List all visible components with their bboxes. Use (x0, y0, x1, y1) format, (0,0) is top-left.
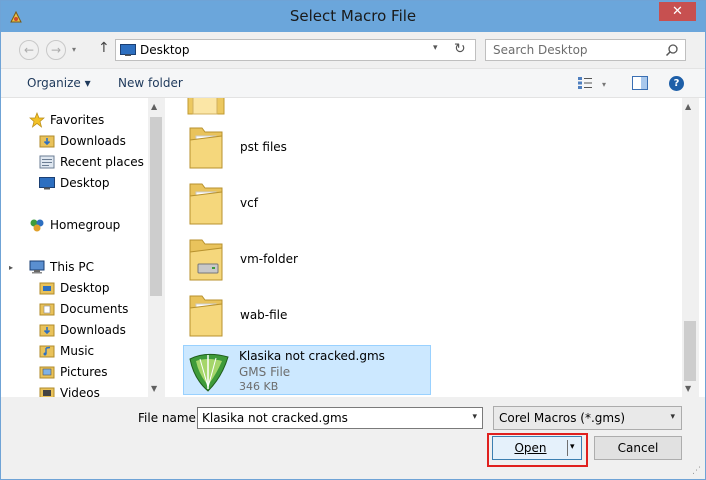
scroll-up-arrow[interactable]: ▲ (685, 102, 691, 111)
open-button[interactable]: Open ▾ (492, 436, 582, 460)
scrollbar-thumb[interactable] (150, 117, 162, 296)
search-box[interactable]: Search Desktop (485, 39, 686, 61)
partial-folder-icon (187, 98, 225, 115)
file-type-dropdown[interactable]: ▾ (670, 412, 675, 422)
organize-menu[interactable]: Organize ▾ (27, 76, 91, 90)
recent-places-icon (39, 155, 55, 169)
window-title: Select Macro File (289, 7, 417, 25)
close-button[interactable]: ✕ (659, 2, 696, 21)
file-type-filter[interactable]: Corel Macros (*.gms) ▾ (493, 406, 682, 430)
corel-macro-file-icon (189, 353, 229, 392)
view-options-dropdown[interactable]: ▾ (602, 80, 606, 89)
file-list-scrollbar[interactable]: ▲ ▼ (682, 98, 699, 397)
list-item[interactable]: wab-file (186, 290, 436, 338)
file-name-dropdown[interactable]: ▾ (472, 412, 477, 422)
folder-icon (189, 127, 223, 169)
resize-grip[interactable]: ⋰ (692, 466, 701, 476)
homegroup-icon (30, 219, 44, 232)
music-folder-icon (39, 345, 55, 358)
open-button-label: Open (514, 441, 547, 455)
file-type-value: Corel Macros (*.gms) (499, 411, 626, 425)
navigation-bar: ← → ▾ ↑ Desktop ▾ ↻ Search Desktop (1, 32, 705, 68)
list-item[interactable]: pst files (186, 122, 436, 170)
file-list[interactable]: pst files vcf vm-folder wab-file Klasika… (166, 98, 682, 397)
command-toolbar: Organize ▾ New folder ▾ ? (1, 68, 705, 98)
file-name-label: File name: (138, 411, 200, 425)
new-folder-button[interactable]: New folder (118, 76, 183, 90)
open-button-separator (567, 440, 568, 456)
up-button[interactable]: ↑ (98, 40, 110, 56)
refresh-button[interactable]: ↻ (454, 41, 466, 57)
forward-button[interactable]: → (46, 40, 66, 60)
star-icon (29, 112, 45, 128)
file-name-input[interactable]: Klasika not cracked.gms ▾ (197, 407, 483, 429)
dialog-footer: File name: Klasika not cracked.gms ▾ Cor… (1, 397, 705, 479)
list-item[interactable]: vm-folder (186, 234, 436, 282)
scroll-up-arrow[interactable]: ▲ (151, 102, 157, 111)
desktop-folder-icon (39, 282, 55, 295)
documents-folder-icon (39, 303, 55, 316)
computer-icon (29, 260, 45, 274)
folder-with-drive-icon (189, 239, 223, 281)
address-dropdown[interactable]: ▾ (433, 43, 438, 53)
preview-pane-icon[interactable] (632, 76, 648, 90)
downloads-folder-icon (39, 135, 55, 148)
recent-locations-dropdown[interactable]: ▾ (72, 45, 76, 54)
selected-file-size: 346 KB (239, 380, 279, 393)
help-icon[interactable]: ? (669, 76, 684, 91)
desktop-icon (120, 44, 136, 56)
folder-icon (189, 295, 223, 337)
pictures-folder-icon (39, 366, 55, 379)
cancel-button[interactable]: Cancel (594, 436, 682, 460)
folder-icon (189, 183, 223, 225)
selected-file-type: GMS File (239, 365, 291, 379)
change-view-icon[interactable] (577, 76, 593, 90)
title-bar[interactable]: Select Macro File ✕ (1, 1, 705, 32)
file-name-value: Klasika not cracked.gms (202, 411, 348, 425)
selected-file-name: Klasika not cracked.gms (239, 349, 385, 363)
address-bar[interactable]: Desktop ▾ ↻ (115, 39, 476, 61)
list-item[interactable]: vcf (186, 178, 436, 226)
address-text: Desktop (140, 43, 190, 57)
search-placeholder: Search Desktop (493, 43, 588, 57)
scroll-down-arrow[interactable]: ▼ (685, 384, 691, 393)
open-options-dropdown[interactable]: ▾ (570, 442, 575, 452)
downloads-folder-icon (39, 324, 55, 337)
navigation-pane-scrollbar[interactable]: ▲ ▼ (148, 98, 165, 397)
back-button[interactable]: ← (19, 40, 39, 60)
expand-this-pc-chevron[interactable]: ▸ (9, 263, 13, 272)
desktop-icon (39, 177, 55, 190)
dialog-window: Select Macro File ✕ ← → ▾ ↑ Desktop ▾ ↻ … (0, 0, 706, 480)
navigation-pane[interactable]: Favorites Downloads Recent places Deskto… (1, 98, 165, 397)
selected-file-item[interactable]: Klasika not cracked.gms GMS File 346 KB (183, 345, 431, 395)
scrollbar-thumb[interactable] (684, 321, 696, 381)
search-icon[interactable] (665, 43, 679, 57)
browser-content: Favorites Downloads Recent places Deskto… (1, 98, 705, 397)
videos-folder-icon (39, 387, 55, 397)
scroll-down-arrow[interactable]: ▼ (151, 384, 157, 393)
